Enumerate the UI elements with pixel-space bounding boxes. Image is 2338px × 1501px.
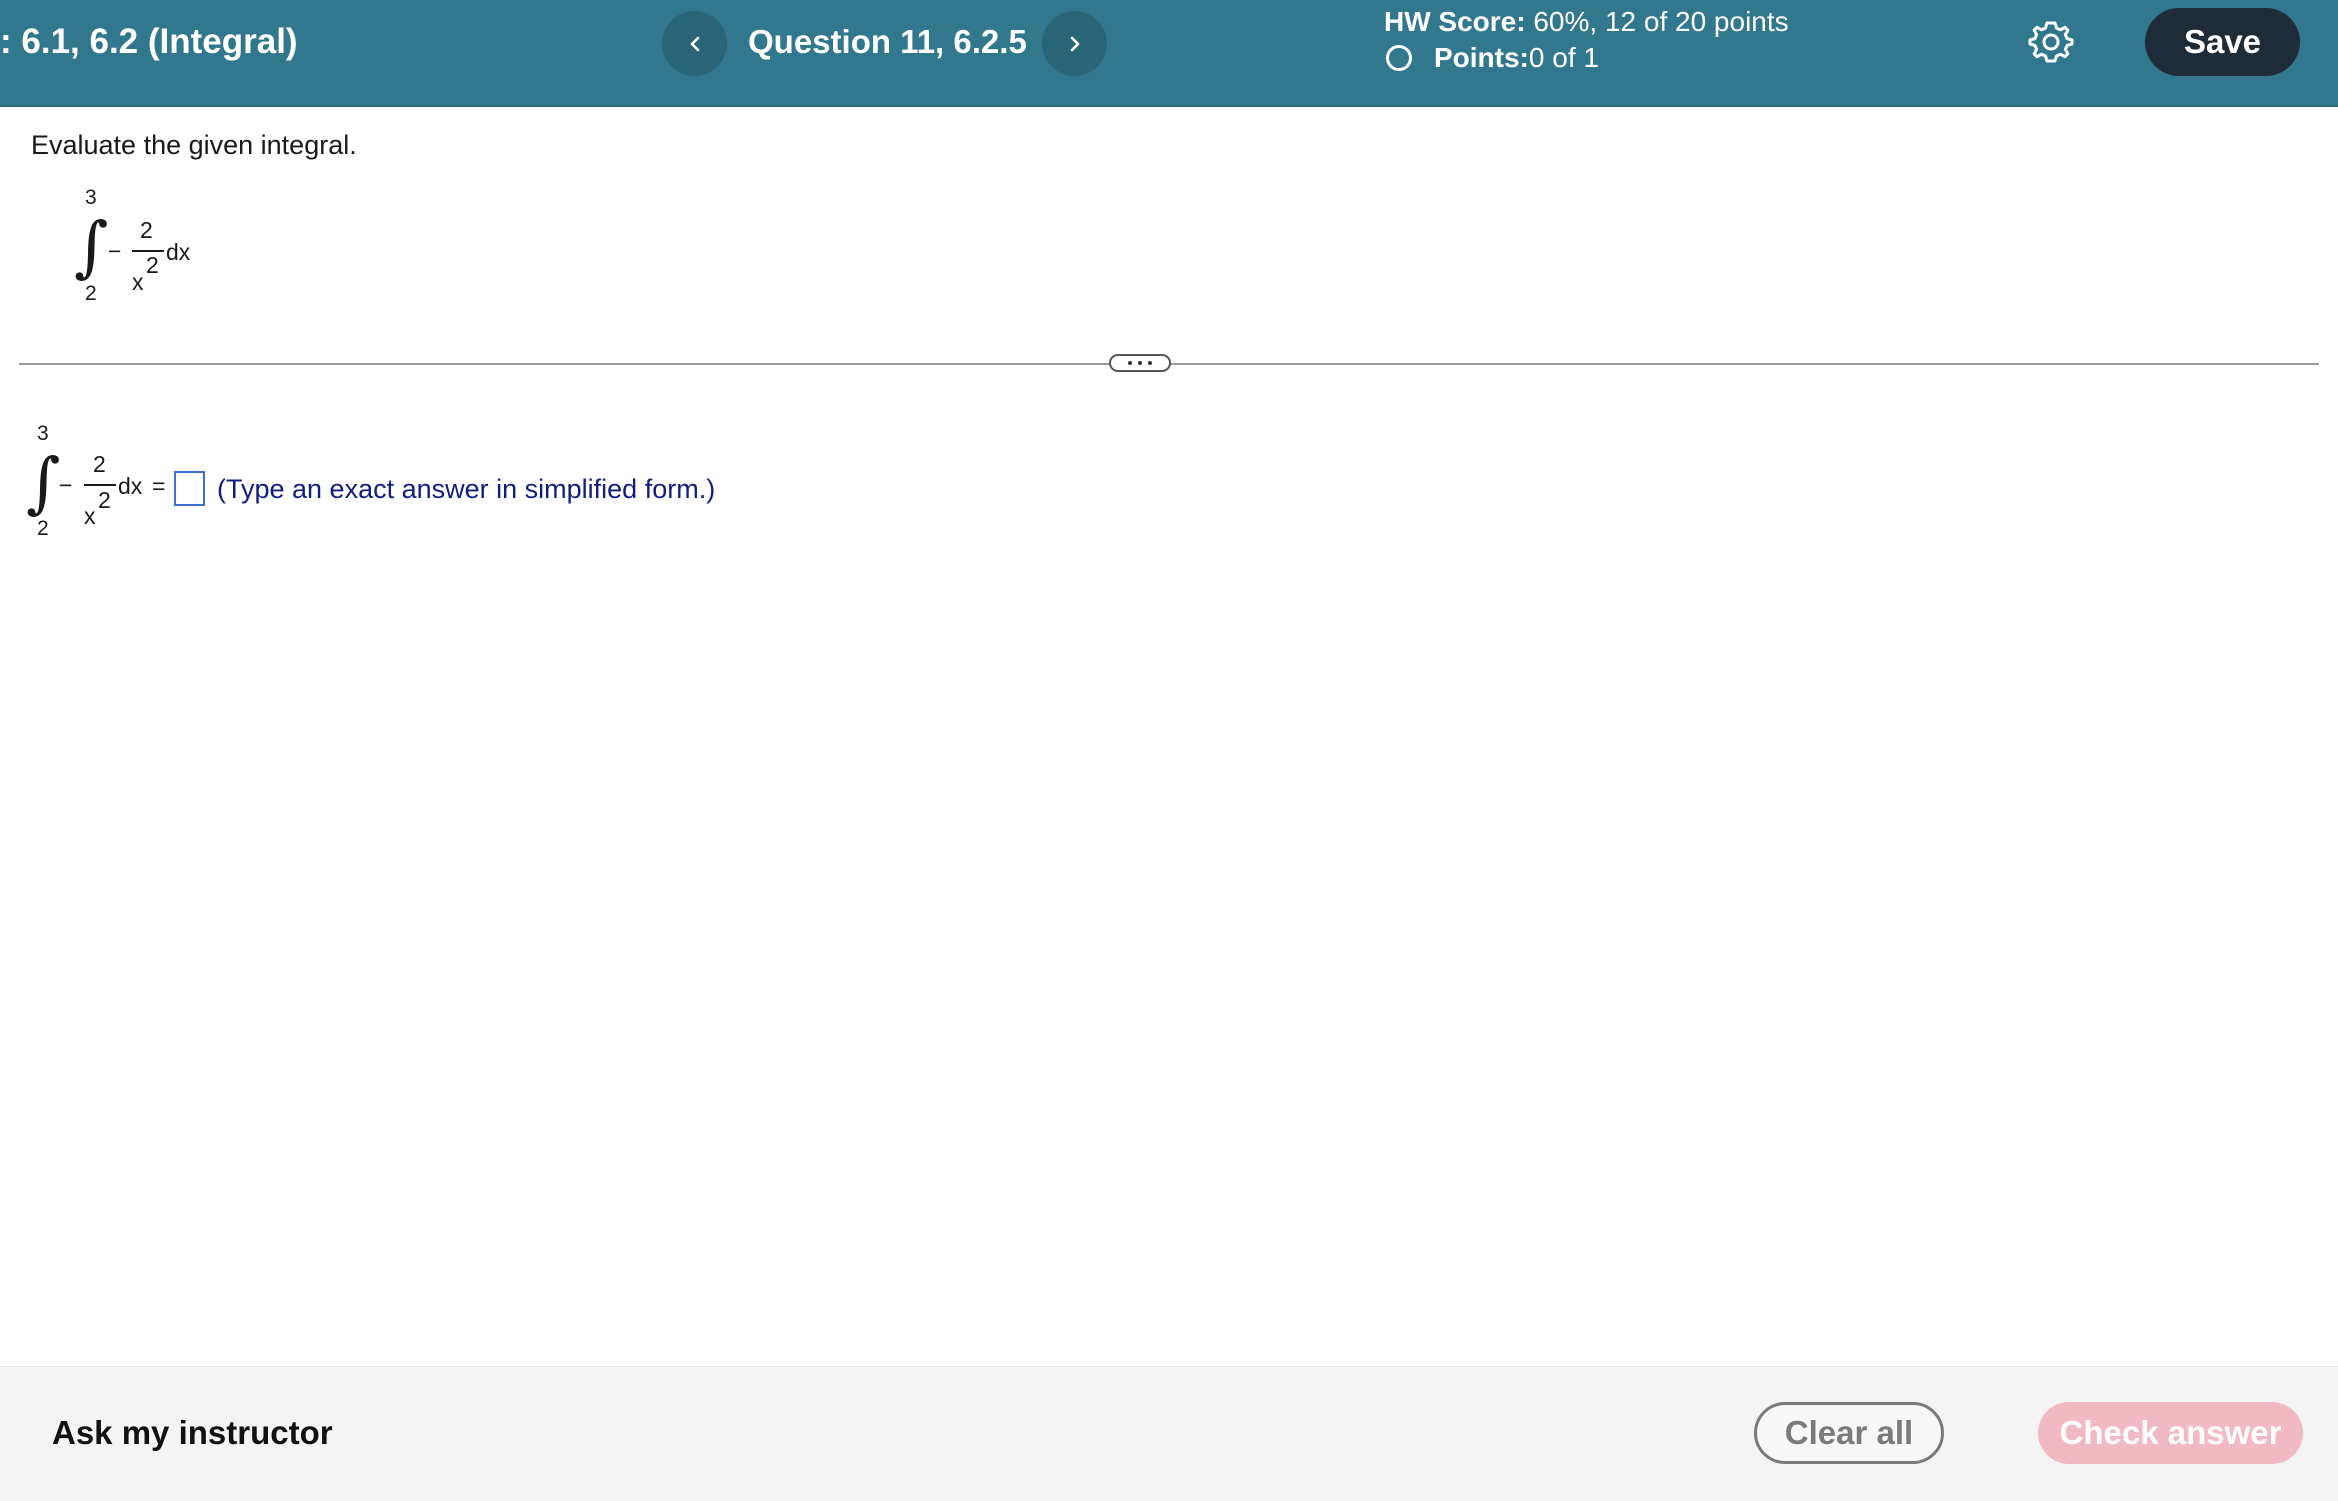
settings-button[interactable]: [2028, 18, 2074, 64]
numerator: 2: [93, 451, 106, 477]
points-label: Points:: [1434, 42, 1529, 73]
answer-hint: (Type an exact answer in simplified form…: [217, 474, 716, 504]
hw-score-value: 60%, 12 of 20 points: [1525, 6, 1789, 37]
denominator-base: x: [84, 503, 96, 529]
denominator-exponent: 2: [98, 487, 111, 513]
expand-more-button[interactable]: [1109, 354, 1171, 372]
points: Points: 0 of 1: [1384, 40, 1789, 76]
hw-score: HW Score: 60%, 12 of 20 points: [1384, 4, 1789, 40]
previous-question-button[interactable]: [662, 11, 727, 76]
score-summary: HW Score: 60%, 12 of 20 points Points: 0…: [1384, 4, 1789, 76]
answer-integral: 3 ∫ 2 − 2 x 2 dx =: [0, 0, 200, 560]
chevron-left-icon: [690, 36, 699, 51]
fraction-bar: [84, 484, 116, 486]
dot-icon: [1148, 361, 1152, 365]
upper-limit: 3: [37, 422, 49, 445]
dot-icon: [1128, 361, 1132, 365]
dot-icon: [1138, 361, 1142, 365]
top-bar: : 6.1, 6.2 (Integral) Question 11, 6.2.5…: [0, 0, 2338, 107]
bottom-bar: Ask my instructor Clear all Check answer: [0, 1366, 2338, 1501]
differential: dx: [118, 473, 143, 499]
hw-score-label: HW Score:: [1384, 6, 1526, 37]
question-label: Question 11, 6.2.5: [748, 23, 1027, 60]
equals-sign: =: [152, 473, 166, 499]
next-question-button[interactable]: [1042, 11, 1107, 76]
chevron-right-icon: [1070, 36, 1079, 51]
check-answer-button[interactable]: Check answer: [2038, 1402, 2303, 1464]
ask-instructor-link[interactable]: Ask my instructor: [52, 1413, 333, 1453]
answer-input[interactable]: [174, 471, 205, 506]
points-status-icon: [1386, 45, 1412, 71]
save-button[interactable]: Save: [2145, 8, 2300, 76]
points-value: 0 of 1: [1528, 42, 1599, 73]
gear-icon: [2028, 21, 2074, 63]
lower-limit: 2: [37, 517, 49, 540]
integral-symbol: ∫: [26, 444, 61, 521]
minus-sign: −: [59, 472, 73, 498]
clear-all-button[interactable]: Clear all: [1754, 1402, 1944, 1464]
